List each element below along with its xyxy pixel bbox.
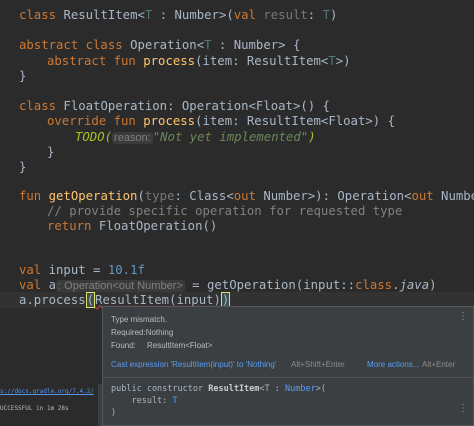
code-text: Number>): Operation< — [255, 189, 412, 203]
punct: >( — [218, 8, 234, 22]
punct: >) — [335, 54, 351, 68]
keyword: class — [19, 8, 57, 22]
code-text: input = — [41, 263, 108, 277]
found-type: ResultItem<Float> — [147, 341, 213, 350]
type-hint: : Operation<out Number> — [56, 280, 185, 292]
keyword: fun — [19, 189, 42, 203]
signature-text: >( — [315, 384, 326, 394]
signature-name: ResultItem — [208, 384, 260, 394]
punct: < — [196, 38, 205, 52]
param-name: result — [255, 8, 308, 22]
error-tooltip-popup: Type mismatch. Required:Nothing Found: R… — [102, 306, 474, 426]
brace: } — [19, 69, 27, 83]
punct: . — [392, 278, 400, 292]
keyword: return — [47, 219, 92, 233]
code-text: FloatOperation() — [91, 219, 218, 233]
more-actions-shortcut: Alt+Enter — [422, 360, 456, 369]
keyword: override fun — [47, 114, 136, 128]
popup-divider — [103, 377, 473, 378]
type-param: T — [328, 54, 336, 68]
keyword: class — [19, 99, 57, 113]
keyword: out — [233, 189, 256, 203]
type-param: T — [322, 8, 331, 22]
function-name: process — [143, 114, 196, 128]
matched-paren: ( — [85, 292, 96, 308]
found-label: Found: — [111, 341, 136, 350]
keyword: val — [233, 8, 256, 22]
class-name: ResultItem — [63, 8, 138, 22]
signature-line-3: ) — [111, 408, 117, 418]
number-literal: 10.1f — [107, 263, 145, 277]
keyword: abstract class — [19, 38, 123, 52]
code-line-14: val a: Operation<out Number> = getOperat… — [19, 277, 437, 293]
code-line-2: abstract class Operation<T : Number> { — [19, 37, 300, 53]
code-line-7: TODO(reason: "Not yet implemented") — [75, 129, 316, 145]
signature-type-link[interactable]: Number — [285, 384, 316, 394]
code-text: : Class< — [174, 189, 234, 203]
code-text: a.process — [19, 293, 86, 307]
comment: // provide specific operation for reques… — [47, 204, 403, 218]
code-text: : Number> { — [211, 38, 301, 52]
param-name: type — [144, 189, 175, 203]
error-title: Type mismatch. — [111, 315, 168, 324]
code-text: (item: ResultItem< — [195, 54, 329, 68]
code-line-9: } — [19, 159, 26, 175]
code-line-4: } — [19, 68, 26, 84]
function-name: getOperation — [48, 189, 138, 203]
build-status: UCCESSFUL in 1m 28s — [0, 405, 69, 412]
property-name: java — [399, 278, 430, 292]
run-output-panel: s://docs.gradle.org/7.4.2/ UCCESSFUL in … — [0, 384, 102, 426]
cast-shortcut: Alt+Shift+Enter — [291, 360, 345, 369]
type-bound: Number — [174, 8, 219, 22]
parameter-hint: reason: — [112, 132, 153, 144]
code-text: FloatOperation: Operation<Float>() { — [56, 99, 330, 113]
todo-call: TODO( — [75, 130, 113, 144]
punct: ) — [429, 278, 437, 292]
signature-text: public constructor — [111, 384, 209, 394]
code-line-6: override fun process(item: ResultItem<Fl… — [47, 113, 395, 129]
type-param: T — [204, 38, 212, 52]
punct: : — [307, 8, 323, 22]
punct: ( — [137, 189, 145, 203]
class-name: Operation — [130, 38, 197, 52]
code-text: a — [41, 278, 57, 292]
punct: ) — [330, 8, 338, 22]
signature-text: result: — [111, 396, 173, 406]
punct: ) — [308, 130, 316, 144]
code-text: Number> - — [441, 189, 474, 203]
punct: : — [152, 8, 175, 22]
code-line-11: // provide specific operation for reques… — [47, 203, 402, 219]
function-name: process — [143, 54, 196, 68]
error-expression[interactable]: ResultItem(input) — [95, 293, 221, 307]
gradle-docs-link[interactable]: s://docs.gradle.org/7.4.2/ — [0, 388, 94, 395]
more-options-icon[interactable]: ⋮ — [458, 312, 468, 322]
code-text: = getOperation(input:: — [184, 278, 356, 292]
signature-type-link[interactable]: T — [172, 396, 177, 406]
code-line-3: abstract fun process(item: ResultItem<T>… — [47, 53, 351, 69]
signature-line-2: result: T — [111, 396, 177, 406]
keyword: abstract fun — [47, 54, 136, 68]
required-type: Required:Nothing — [111, 328, 174, 337]
keyword: val — [19, 263, 42, 277]
code-line-10: fun getOperation(type: Class<out Number>… — [19, 188, 474, 204]
brace: } — [47, 145, 55, 159]
signature-line-1: public constructor ResultItem<T : Number… — [111, 384, 326, 394]
brace: } — [19, 160, 27, 174]
string-literal: "Not yet implemented" — [152, 130, 309, 144]
keyword: val — [19, 278, 42, 292]
signature-options-icon[interactable]: ⋮ — [458, 404, 468, 414]
code-line-5: class FloatOperation: Operation<Float>()… — [19, 98, 330, 114]
more-actions-link[interactable]: More actions... — [367, 360, 419, 369]
code-line-12: return FloatOperation() — [47, 218, 217, 234]
signature-text: <T : — [259, 384, 286, 394]
code-text: (item: ResultItem<Float>) { — [195, 114, 395, 128]
cast-expression-action[interactable]: Cast expression 'ResultItem(input)' to '… — [111, 360, 276, 369]
keyword: out — [411, 189, 434, 203]
code-line-1: class ResultItem< T : Number>(val result:… — [19, 7, 337, 23]
punct: < — [137, 8, 145, 22]
code-line-13: val input = 10.1f — [19, 262, 145, 278]
keyword: class — [355, 278, 393, 292]
code-line-8: } — [47, 144, 54, 160]
